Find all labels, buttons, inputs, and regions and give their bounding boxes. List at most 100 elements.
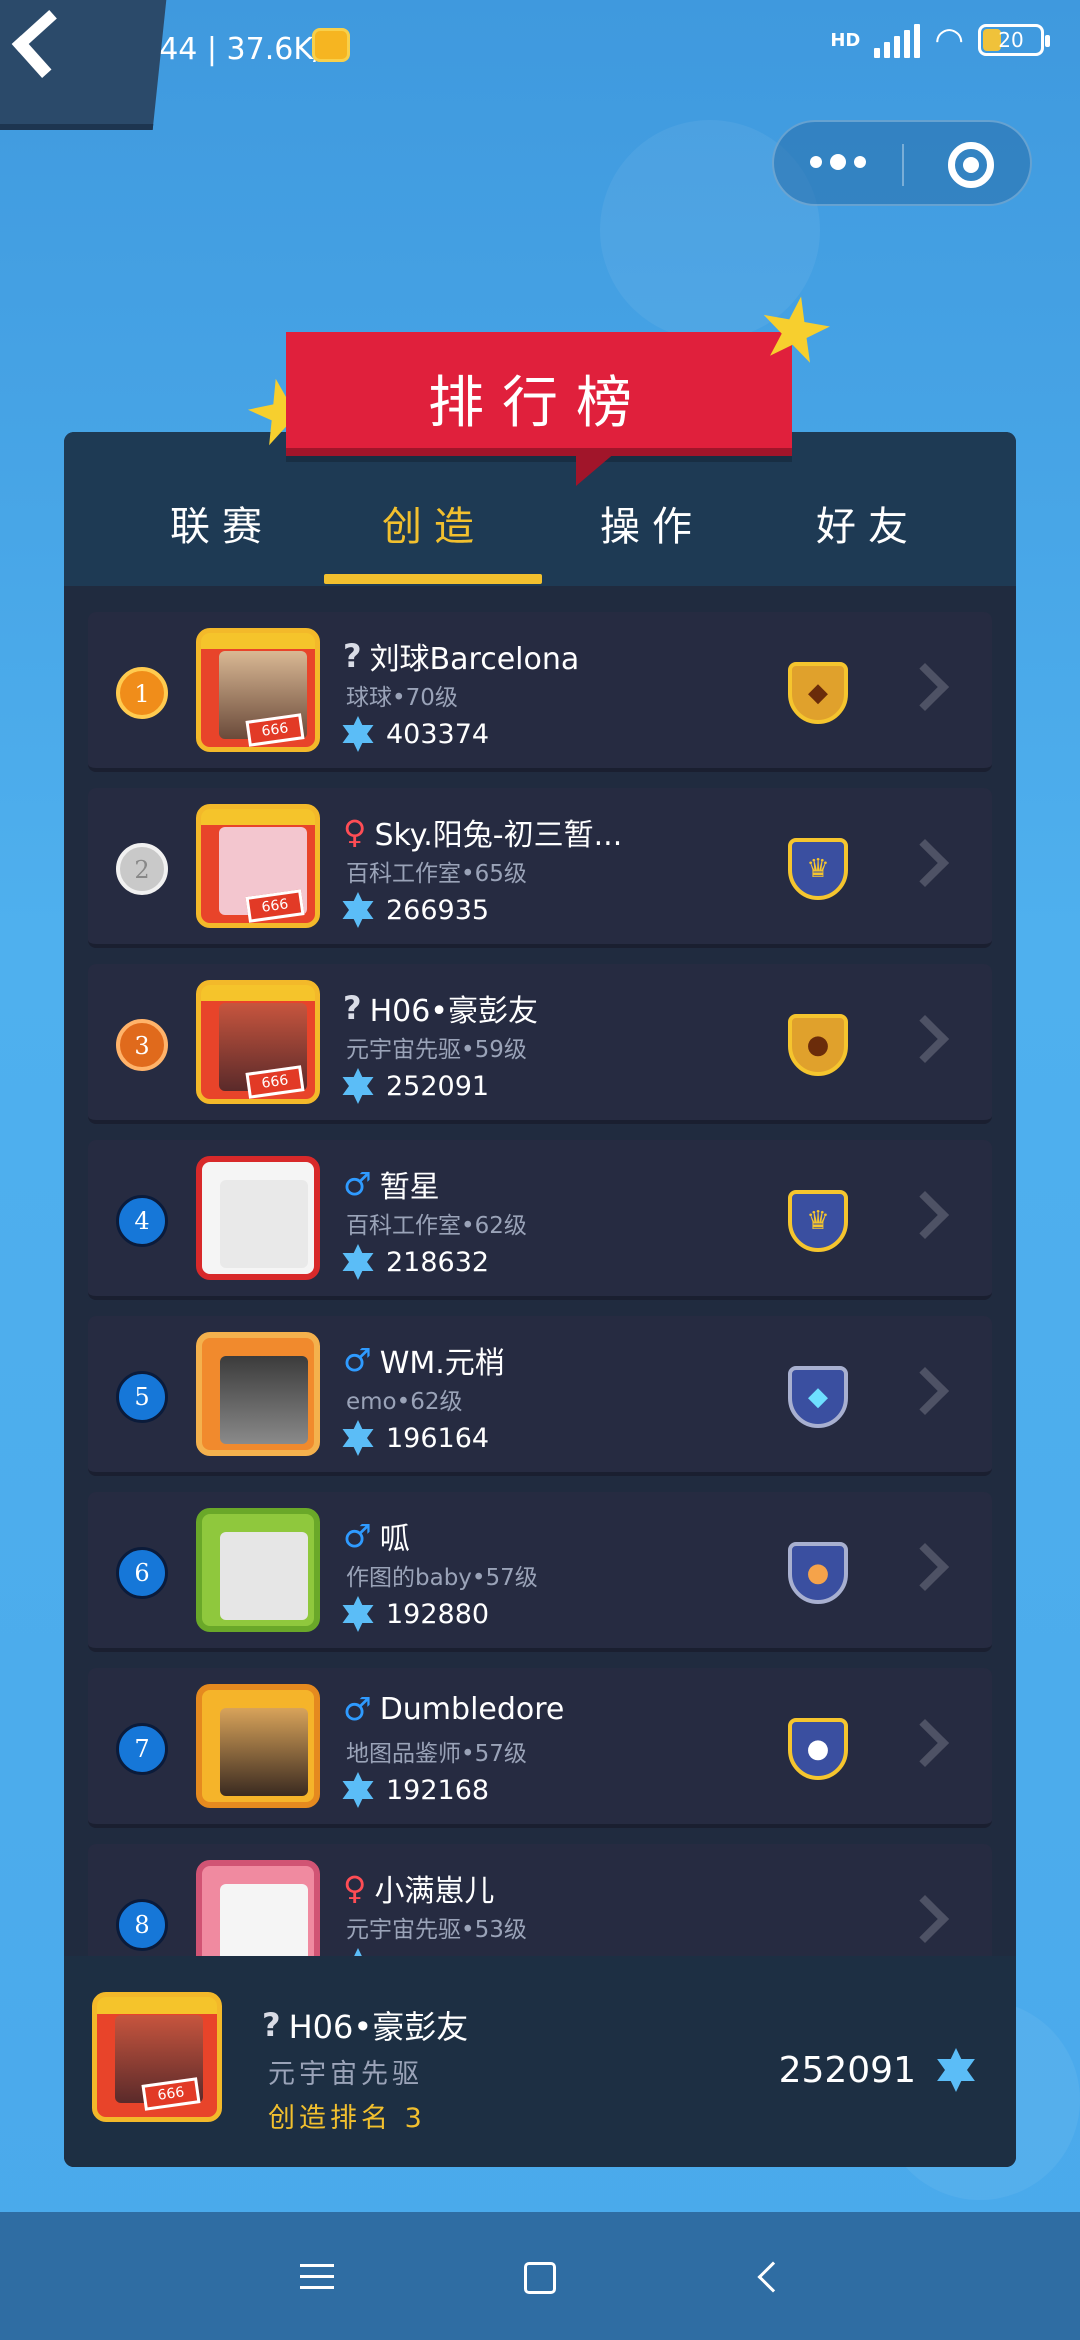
chevron-right-icon[interactable] xyxy=(900,1894,950,1944)
avatar xyxy=(196,1332,320,1456)
tab-operation[interactable]: 操作 xyxy=(544,494,760,552)
score: 192168 xyxy=(340,1772,489,1808)
close-target-icon[interactable] xyxy=(948,142,994,188)
home-icon[interactable] xyxy=(524,2262,556,2294)
tab-league[interactable]: 联赛 xyxy=(114,494,330,552)
player-name-line: ♂ 呱 xyxy=(343,1514,410,1558)
score-value: 252091 xyxy=(386,1070,490,1102)
back-icon[interactable] xyxy=(757,2261,789,2293)
diamond-badge-icon: ◆ xyxy=(788,1366,848,1428)
title-banner: 排行榜 xyxy=(286,332,792,486)
player-team-level: emo•62级 xyxy=(346,1389,463,1415)
player-name: 暂星 xyxy=(379,1170,440,1205)
battery-icon: 20 xyxy=(978,24,1050,56)
chevron-right-icon[interactable] xyxy=(900,1014,950,1064)
rank-number: 6 xyxy=(116,1547,168,1599)
more-icon[interactable] xyxy=(810,154,866,170)
player-name-line: ♀ Sky.阳兔-初三暂... xyxy=(343,810,622,854)
player-name: 小满崽儿 xyxy=(374,1874,495,1909)
ranking-row[interactable]: 1 666 ? 刘球Barcelona 球球•70级 403374 ◆ xyxy=(88,612,992,772)
score xyxy=(340,1948,376,1956)
ranking-row[interactable]: 8 ♀ 小满崽儿 元宇宙先驱•53级 xyxy=(88,1844,992,1956)
menu-icon[interactable] xyxy=(300,2264,334,2297)
score-value: 192168 xyxy=(386,1774,490,1806)
bird-badge-icon: ◆ xyxy=(788,662,848,724)
tab-create[interactable]: 创造 xyxy=(326,494,542,552)
rank-medal: 2 xyxy=(116,843,168,895)
player-team-level: 元宇宙先驱•53级 xyxy=(346,1917,527,1943)
ranking-row[interactable]: 4 ♂ 暂星 百科工作室•62级 218632 ♛ xyxy=(88,1140,992,1300)
avatar: 666 xyxy=(196,628,320,752)
chevron-right-icon[interactable] xyxy=(900,838,950,888)
player-name: Dumbledore xyxy=(379,1691,565,1727)
chevron-right-icon[interactable] xyxy=(900,1366,950,1416)
score-value: 192880 xyxy=(386,1598,490,1630)
status-indicators: HD ◠ 20 xyxy=(830,20,1050,60)
my-score-value: 252091 xyxy=(778,2049,916,2091)
chevron-right-icon[interactable] xyxy=(900,1190,950,1240)
battery-level: 20 xyxy=(998,28,1024,52)
gender-male-icon: ♂ xyxy=(343,1341,372,1379)
score-value: 196164 xyxy=(386,1422,490,1454)
gem-icon xyxy=(342,1772,374,1808)
ranking-row[interactable]: 3 666 ? H06•豪彭友 元宇宙先驱•59级 252091 ● xyxy=(88,964,992,1124)
ranking-list[interactable]: 1 666 ? 刘球Barcelona 球球•70级 403374 ◆ 2 66… xyxy=(64,586,1016,1956)
score: 218632 xyxy=(340,1244,489,1280)
screen: 下午2:44 | 37.6K/s HD ◠ 20 联赛 创造 操作 好友 1 6… xyxy=(0,0,1080,2340)
ranking-row[interactable]: 6 ♂ 呱 作图的baby•57级 192880 ● xyxy=(88,1492,992,1652)
trophy-badge-icon: ♛ xyxy=(788,838,848,900)
avatar xyxy=(196,1684,320,1808)
my-name-line: ? H06•豪彭友 xyxy=(262,2002,468,2048)
player-team-level: 元宇宙先驱•59级 xyxy=(346,1037,527,1063)
ranking-row[interactable]: 7 ♂ Dumbledore 地图品鉴师•57级 192168 ● xyxy=(88,1668,992,1828)
player-name-line: ♀ 小满崽儿 xyxy=(343,1866,494,1910)
chevron-right-icon[interactable] xyxy=(900,1542,950,1592)
score: 252091 xyxy=(340,1068,489,1104)
gender-female-icon: ♀ xyxy=(343,813,367,851)
player-team-level: 地图品鉴师•57级 xyxy=(346,1741,527,1767)
score-value: 403374 xyxy=(386,718,490,750)
gem-icon xyxy=(342,1420,374,1456)
ranking-row[interactable]: 5 ♂ WM.元梢 emo•62级 196164 ◆ xyxy=(88,1316,992,1476)
tab-friends[interactable]: 好友 xyxy=(760,494,976,552)
score: 403374 xyxy=(340,716,489,752)
player-name-line: ♂ WM.元梢 xyxy=(343,1338,505,1382)
gender-male-icon: ♂ xyxy=(343,1165,372,1203)
notification-app-icon xyxy=(312,28,350,62)
back-button[interactable] xyxy=(0,0,168,130)
player-name-line: ? 刘球Barcelona xyxy=(343,634,579,678)
player-name-line: ♂ Dumbledore xyxy=(343,1690,564,1728)
signal-icon xyxy=(874,22,921,58)
player-team-level: 百科工作室•65级 xyxy=(346,861,527,887)
gem-icon xyxy=(342,892,374,928)
my-rank-card: 666 ? H06•豪彭友 元宇宙先驱 创造排名 3 252091 xyxy=(64,1956,1016,2167)
player-team-level: 百科工作室•62级 xyxy=(346,1213,527,1239)
player-name: Sky.阳兔-初三暂... xyxy=(374,818,623,853)
ranking-row[interactable]: 2 666 ♀ Sky.阳兔-初三暂... 百科工作室•65级 266935 ♛ xyxy=(88,788,992,948)
score: 192880 xyxy=(340,1596,489,1632)
gem-icon xyxy=(342,1596,374,1632)
rank-medal: 3 xyxy=(116,1019,168,1071)
my-create-rank: 创造排名 3 xyxy=(268,2103,426,2134)
chevron-right-icon[interactable] xyxy=(900,1718,950,1768)
player-name: H06•豪彭友 xyxy=(369,994,538,1029)
my-team: 元宇宙先驱 xyxy=(268,2059,423,2090)
player-name: 刘球Barcelona xyxy=(369,642,580,677)
leaderboard-panel: 联赛 创造 操作 好友 1 666 ? 刘球Barcelona 球球•70级 4… xyxy=(64,432,1016,2167)
gender-unknown-icon: ? xyxy=(262,2006,281,2044)
sheep-badge-icon: ● xyxy=(788,1718,848,1780)
gender-male-icon: ♂ xyxy=(343,1517,372,1555)
chevron-right-icon[interactable] xyxy=(900,662,950,712)
player-team-level: 球球•70级 xyxy=(346,685,458,711)
page-title: 排行榜 xyxy=(428,371,650,436)
cat-badge-icon: ● xyxy=(788,1542,848,1604)
gender-female-icon: ♀ xyxy=(343,1869,367,1907)
rank-medal: 1 xyxy=(116,667,168,719)
avatar: 666 xyxy=(196,804,320,928)
rank-number: 8 xyxy=(116,1899,168,1951)
face-badge-icon: ● xyxy=(788,1014,848,1076)
score: 196164 xyxy=(340,1420,489,1456)
active-tab-indicator xyxy=(324,574,542,584)
score: 266935 xyxy=(340,892,489,928)
wifi-icon: ◠ xyxy=(934,20,964,60)
